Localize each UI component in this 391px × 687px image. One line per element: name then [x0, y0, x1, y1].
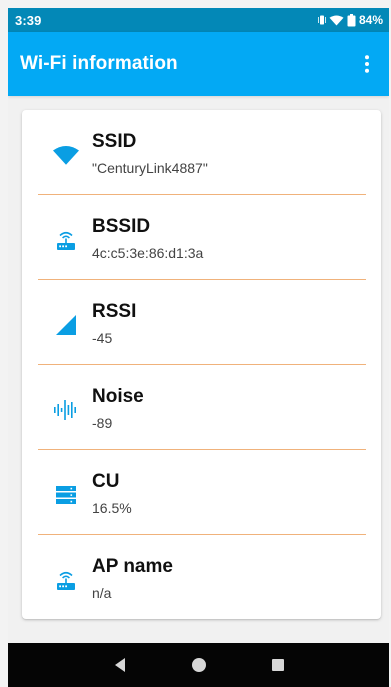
info-value: 16.5% — [92, 500, 132, 516]
info-value: -45 — [92, 330, 113, 346]
router-icon — [52, 566, 80, 594]
info-row-ap-name[interactable]: AP name n/a — [38, 535, 366, 619]
info-label: Noise — [92, 386, 144, 407]
info-row-noise[interactable]: Noise -89 — [38, 365, 366, 449]
info-label: RSSI — [92, 301, 137, 322]
status-time: 3:39 — [15, 12, 42, 28]
router-icon — [52, 226, 80, 254]
info-label: AP name — [92, 556, 173, 577]
info-value: -89 — [92, 415, 113, 431]
overflow-menu-icon[interactable] — [357, 52, 377, 76]
vibrate-icon — [318, 15, 326, 25]
app-title: Wi-Fi information — [20, 53, 178, 74]
battery-icon — [347, 13, 356, 27]
wifi-info-card: SSID "CenturyLink4887" BSSID 4c:c5:3e:86… — [22, 110, 381, 619]
android-screen: 3:39 84% Wi-Fi information SSID "Century… — [8, 8, 389, 687]
home-icon[interactable] — [185, 651, 213, 679]
wifi-signal-icon — [329, 15, 344, 26]
signal-strength-icon — [52, 311, 80, 339]
sound-wave-icon — [52, 396, 80, 424]
info-row-rssi[interactable]: RSSI -45 — [38, 280, 366, 364]
info-label: BSSID — [92, 216, 151, 237]
info-row-cu[interactable]: CU 16.5% — [38, 450, 366, 534]
info-row-ssid[interactable]: SSID "CenturyLink4887" — [38, 110, 366, 194]
recents-icon[interactable] — [264, 651, 292, 679]
back-icon[interactable] — [106, 651, 134, 679]
content-area: SSID "CenturyLink4887" BSSID 4c:c5:3e:86… — [8, 96, 389, 643]
navigation-bar — [8, 643, 389, 687]
info-value: n/a — [92, 585, 112, 601]
server-icon — [52, 481, 80, 509]
status-icons: 84% — [318, 13, 383, 27]
info-label: SSID — [92, 131, 137, 152]
info-value: "CenturyLink4887" — [92, 160, 208, 176]
wifi-icon — [52, 141, 80, 169]
info-value: 4c:c5:3e:86:d1:3a — [92, 245, 204, 261]
app-bar: Wi-Fi information — [8, 32, 389, 96]
info-row-bssid[interactable]: BSSID 4c:c5:3e:86:d1:3a — [38, 195, 366, 279]
info-label: CU — [92, 471, 120, 492]
status-bar: 3:39 84% — [8, 8, 389, 32]
battery-percent: 84% — [358, 13, 383, 27]
